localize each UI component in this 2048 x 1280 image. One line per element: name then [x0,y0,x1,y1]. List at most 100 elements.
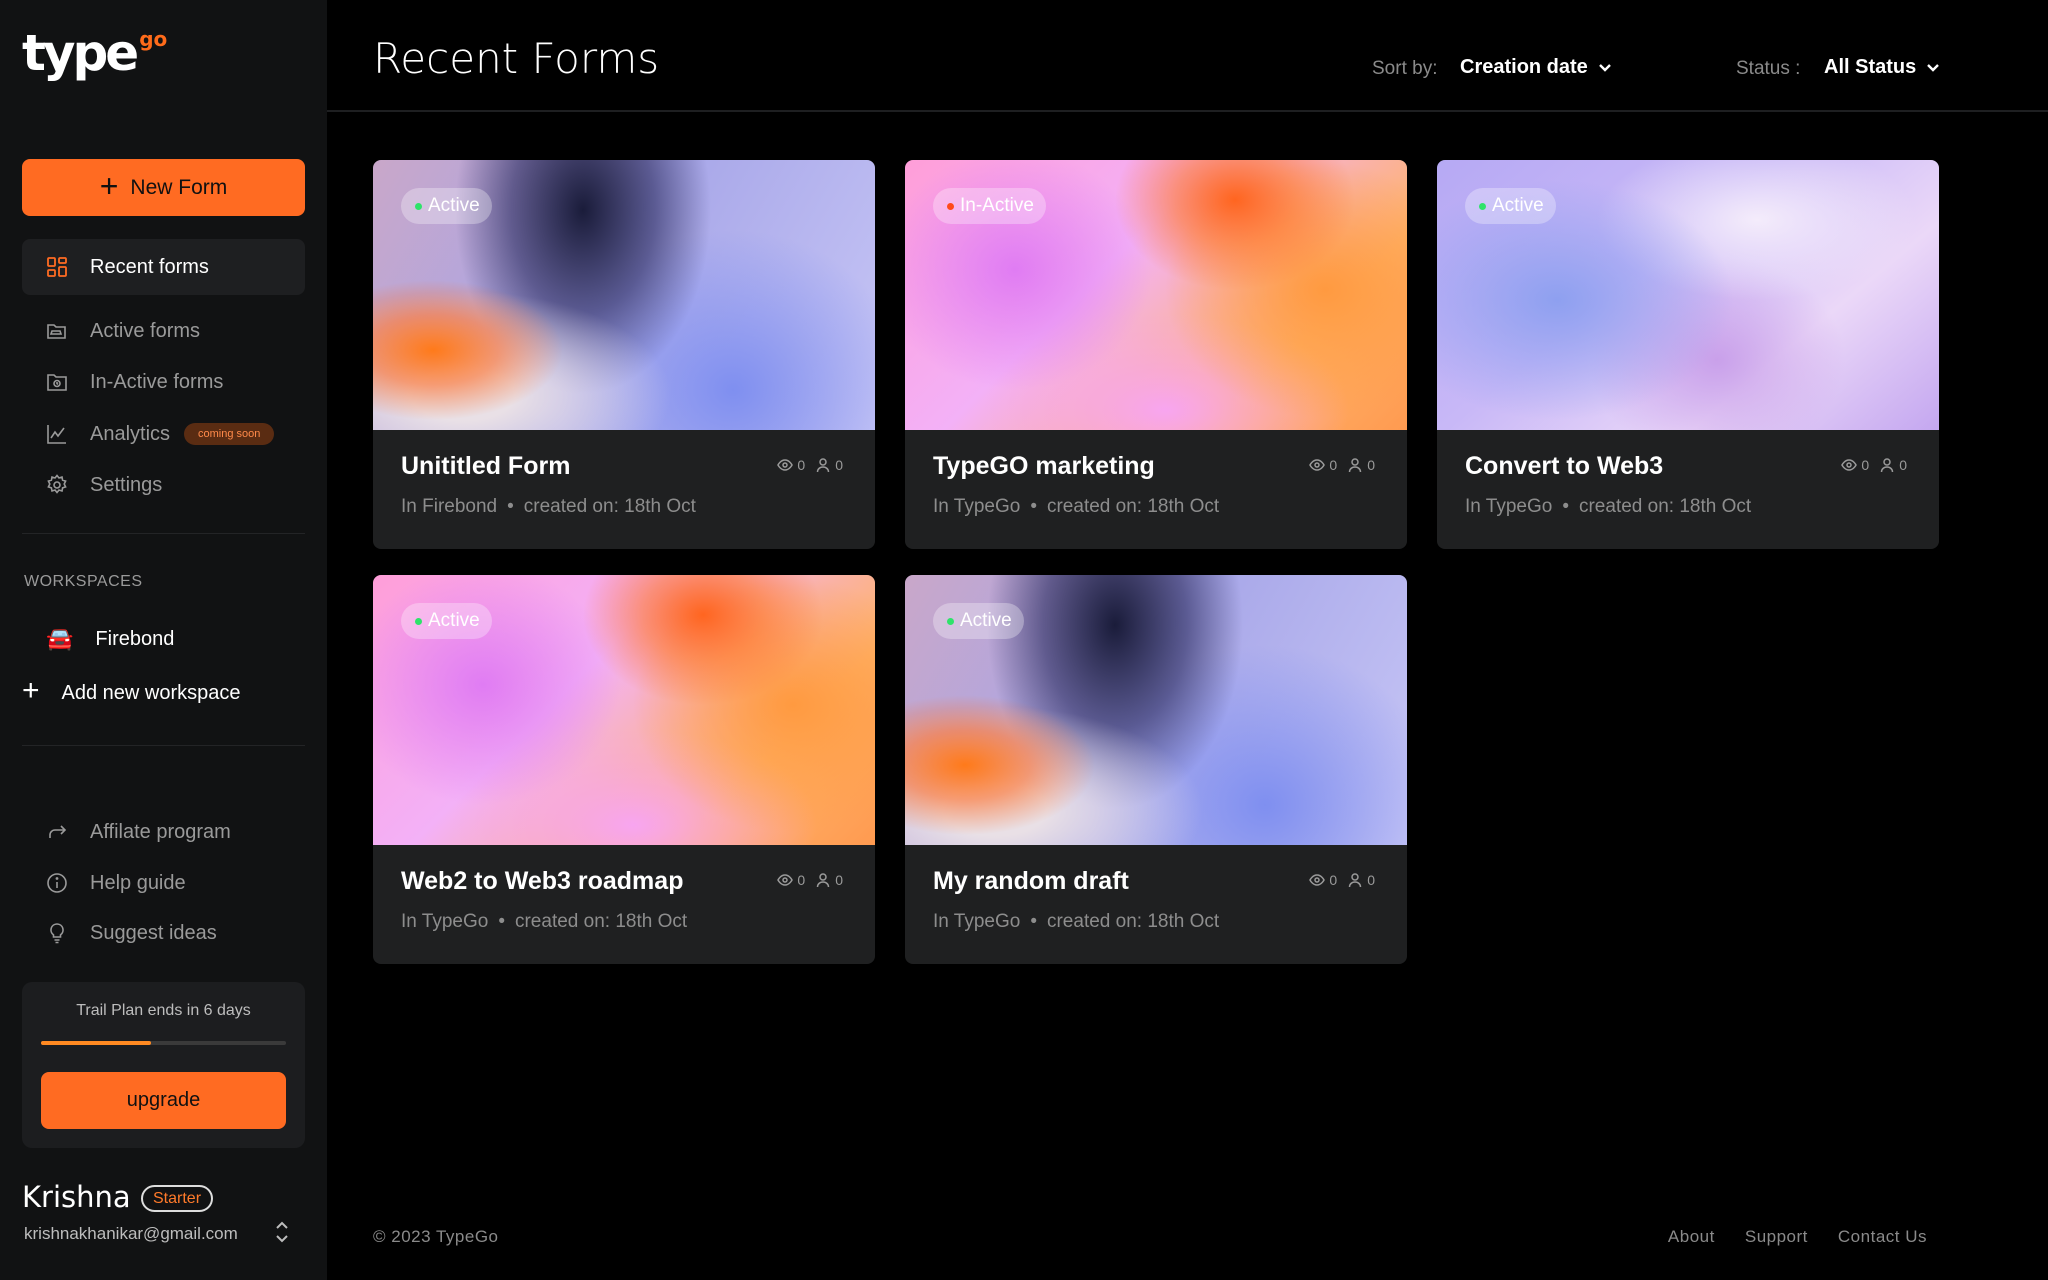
typego-logo[interactable]: type go [22,28,167,78]
views-count: 0 [797,457,806,473]
workspace-firebond[interactable]: 🚘 Firebond [46,622,174,656]
card-meta: In Firebond • created on: 18th Oct [401,496,696,518]
status-dot [947,617,954,625]
card-meta: In TypeGo • created on: 18th Oct [1465,496,1751,518]
gear-icon [47,474,67,494]
nav-item-inactive-forms[interactable]: In-Active forms [22,354,305,410]
nav-label: Analytics [90,422,171,445]
workspaces-heading: WORKSPACES [24,573,143,590]
nav-label: Settings [90,473,163,496]
bullet: • [1562,496,1569,517]
new-form-label: New Form [130,175,228,199]
status-dot [415,202,422,210]
status-dot [1479,202,1486,210]
nav-label: Suggest ideas [90,921,217,944]
card-title: TypeGO marketing [933,452,1155,480]
nav-label: In-Active forms [90,370,224,393]
coming-soon-badge: coming soon [184,423,275,445]
nav-item-affiliate-program[interactable]: Affilate program [22,804,305,860]
user-email: krishnakhanikar@gmail.com [24,1224,238,1243]
form-card[interactable]: Active Convert to Web3 0 0 In TypeGo • cre… [1437,160,1939,549]
nav-item-help-guide[interactable]: Help guide [22,855,305,911]
status-dot [947,202,954,210]
copyright: © 2023 TypeGo [373,1227,499,1246]
nav-item-analytics[interactable]: Analytics coming soon [22,406,305,462]
card-stats: 0 0 [1309,457,1375,473]
status-badge: Active [933,603,1024,639]
nav-item-active-forms[interactable]: Active forms [22,303,305,359]
nav-item-suggest-ideas[interactable]: Suggest ideas [22,905,305,961]
card-stats: 0 0 [777,457,843,473]
bullet: • [1030,911,1037,932]
bullet: • [498,911,505,932]
card-title: My random draft [933,867,1129,895]
user-icon [816,873,830,888]
card-workspace: In TypeGo [933,496,1021,517]
status-label: Status : [1736,58,1801,79]
nav-label: Active forms [90,319,201,342]
views-count: 0 [1861,457,1870,473]
card-created: created on: 18th Oct [523,496,696,517]
user-icon [1880,458,1894,473]
responses-count: 0 [1367,457,1375,473]
card-title: Convert to Web3 [1465,452,1664,480]
responses-count: 0 [835,457,843,473]
trial-panel: Trail Plan ends in 6 days upgrade [22,982,305,1148]
card-meta: In TypeGo • created on: 18th Oct [933,911,1219,933]
card-created: created on: 18th Oct [1578,496,1752,517]
nav-item-recent-forms[interactable]: Recent forms [22,239,305,295]
card-stats: 0 0 [1841,457,1907,473]
add-workspace-button[interactable]: + Add new workspace [22,676,241,706]
share-arrow-icon [49,825,67,838]
plus-icon: + [22,674,40,707]
divider [22,533,305,534]
card-created: created on: 18th Oct [514,911,688,932]
nav-item-settings[interactable]: Settings [22,457,305,513]
status-text: Active [960,610,1012,631]
eye-icon [777,459,794,471]
status-badge: Active [401,188,492,224]
views-count: 0 [1329,872,1338,888]
plus-icon: + [99,168,119,204]
eye-icon [1841,459,1858,471]
upgrade-button[interactable]: upgrade [41,1072,286,1129]
form-card[interactable]: Active My random draft 0 0 In TypeGo • cre… [905,575,1407,964]
page-title: Recent Forms [373,34,660,83]
footer-link-contact[interactable]: Contact Us [1838,1227,1927,1247]
new-form-button[interactable]: + New Form [22,159,305,216]
lightbulb-icon [50,923,64,944]
card-title: Web2 to Web3 roadmap [401,867,684,895]
chevron-down-icon [1927,63,1940,72]
nav-label: Affilate program [90,820,231,843]
eye-icon [1309,874,1326,886]
status-value: All Status [1824,56,1917,78]
add-workspace-label: Add new workspace [61,681,241,704]
trial-progress-bar [41,1041,286,1045]
views-count: 0 [797,872,806,888]
card-workspace: In Firebond [401,496,498,517]
card-meta: In TypeGo • created on: 18th Oct [933,496,1219,518]
car-icon: 🚘 [46,626,74,651]
nav-label: Recent forms [90,255,209,278]
sort-dropdown[interactable]: Creation date [1460,56,1612,79]
form-card[interactable]: In-Active TypeGO marketing 0 0 In TypeGo… [905,160,1407,549]
info-icon [47,873,67,893]
grid-icon [47,257,67,277]
card-workspace: In TypeGo [1465,496,1553,517]
user-name: Krishna [22,1180,131,1214]
status-text: Active [1492,195,1544,216]
form-card[interactable]: Active Web2 to Web3 roadmap 0 0 In TypeG… [373,575,875,964]
chevron-down-icon [1598,63,1611,72]
folder-clock-icon [47,374,67,391]
chart-icon [47,425,66,444]
footer-link-support[interactable]: Support [1745,1227,1808,1247]
footer-link-about[interactable]: About [1668,1227,1715,1247]
status-dropdown[interactable]: All Status [1824,56,1940,79]
chevron-up-down-icon[interactable] [270,1218,294,1246]
card-workspace: In TypeGo [933,911,1021,932]
user-icon [1348,458,1362,473]
form-card[interactable]: Active Unititled Form 0 0 In Firebond • cr… [373,160,875,549]
eye-icon [1309,459,1326,471]
sort-label: Sort by: [1372,58,1438,79]
status-badge: Active [401,603,492,639]
